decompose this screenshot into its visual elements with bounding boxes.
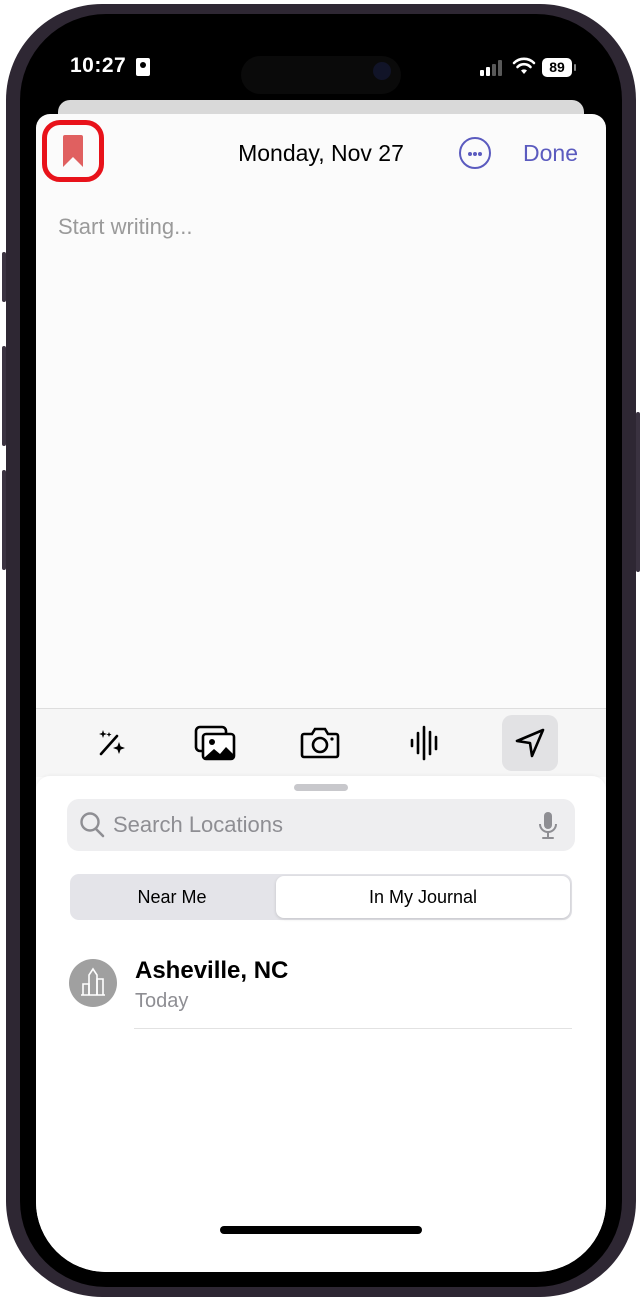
magic-wand-sparkles-icon: [99, 730, 125, 756]
focus-id-icon: [136, 58, 150, 76]
audio-waveform-icon: [410, 725, 438, 761]
segment-in-my-journal[interactable]: In My Journal: [276, 876, 570, 918]
cellular-signal-icon: [480, 60, 506, 76]
microphone-icon[interactable]: [538, 811, 558, 841]
location-scope-segmented-control: Near Me In My Journal: [70, 874, 572, 920]
power-button: [636, 412, 640, 572]
wifi-icon: [512, 57, 536, 74]
volume-up-button: [2, 346, 6, 446]
photo-library-icon: [194, 725, 236, 761]
segment-near-me[interactable]: Near Me: [72, 876, 272, 918]
done-button[interactable]: Done: [523, 140, 578, 167]
ellipsis-circle-icon: [468, 152, 472, 156]
location-panel: Search Locations Near Me In My Journal A…: [36, 776, 606, 1272]
location-result-item[interactable]: Asheville, NC Today: [36, 946, 606, 1029]
camera-button[interactable]: [292, 715, 348, 771]
camera-icon: [300, 727, 340, 759]
action-button: [2, 252, 6, 302]
entry-toolbar: [36, 708, 606, 777]
location-arrow-icon: [515, 728, 545, 758]
entry-date-title: Monday, Nov 27: [238, 140, 404, 166]
audio-recording-button[interactable]: [397, 715, 453, 771]
search-locations-field[interactable]: Search Locations: [67, 799, 575, 851]
writing-suggestions-button[interactable]: [84, 715, 140, 771]
sheet-grabber[interactable]: [294, 784, 348, 791]
status-bar: 10:27 89: [36, 22, 606, 102]
camera-lens: [373, 62, 391, 80]
screen: 10:27 89 Monday, Nov 27 Done Start writi…: [36, 22, 606, 1272]
entry-text-input[interactable]: Start writing...: [58, 214, 192, 240]
search-icon: [80, 812, 105, 838]
home-indicator[interactable]: [220, 1226, 422, 1234]
entry-header: Monday, Nov 27 Done: [36, 114, 606, 194]
list-divider: [134, 1028, 572, 1029]
location-subtitle: Today: [135, 990, 189, 1012]
location-name: Asheville, NC: [135, 957, 289, 984]
volume-down-button: [2, 470, 6, 570]
city-buildings-icon: [69, 959, 117, 1007]
status-time: 10:27: [70, 54, 127, 77]
journal-entry-sheet: Monday, Nov 27 Done Start writing... Sea…: [36, 114, 606, 1272]
more-options-button[interactable]: [459, 137, 491, 169]
photo-library-button[interactable]: [187, 715, 243, 771]
search-placeholder: Search Locations: [113, 812, 283, 837]
location-button[interactable]: [502, 715, 558, 771]
battery-indicator: 89: [542, 58, 576, 77]
